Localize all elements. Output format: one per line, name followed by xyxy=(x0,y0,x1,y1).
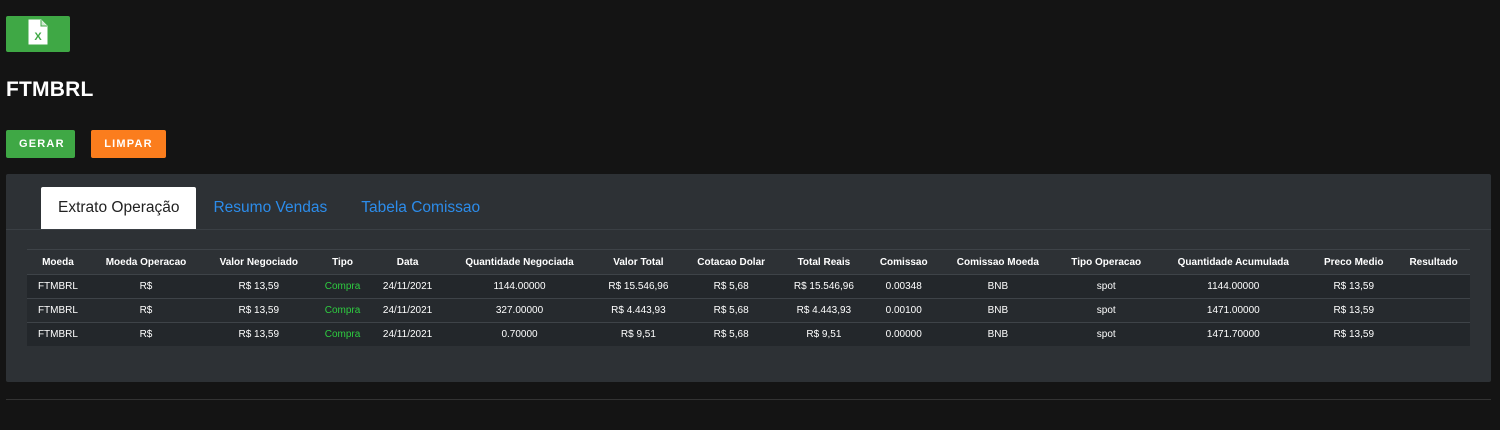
cell-tipo-operacao: spot xyxy=(1056,322,1157,346)
cell-resultado xyxy=(1397,322,1470,346)
cell-quantidade-negociada: 1144.00000 xyxy=(444,274,595,299)
cell-valor-total: R$ 4.443,93 xyxy=(594,298,683,323)
cell-resultado xyxy=(1397,274,1470,299)
cell-total-reais: R$ 9,51 xyxy=(780,322,868,346)
cell-comissao: 0.00000 xyxy=(867,322,940,346)
cell-valor-total: R$ 9,51 xyxy=(594,322,683,346)
cell-cotacao-dolar: R$ 5,68 xyxy=(682,298,780,323)
table-row[interactable]: FTMBRL R$ R$ 13,59 Compra 24/11/2021 327… xyxy=(27,298,1470,323)
cell-tipo: Compra xyxy=(314,274,371,299)
page-divider xyxy=(6,399,1491,400)
column-header[interactable]: Comissao Moeda xyxy=(939,249,1057,275)
page-title: FTMBRL xyxy=(6,78,94,101)
cell-quantidade-acumulada: 1471.00000 xyxy=(1156,298,1311,323)
cell-data: 24/11/2021 xyxy=(370,322,445,346)
cell-moeda: FTMBRL xyxy=(27,298,89,323)
cell-comissao-moeda: BNB xyxy=(939,274,1057,299)
cell-moeda-operacao: R$ xyxy=(88,274,204,299)
table-row[interactable]: FTMBRL R$ R$ 13,59 Compra 24/11/2021 114… xyxy=(27,274,1470,299)
column-header[interactable]: Tipo Operacao xyxy=(1056,249,1157,275)
column-header[interactable]: Resultado xyxy=(1397,249,1470,275)
tab-extrato-operacao[interactable]: Extrato Operação xyxy=(41,187,197,229)
column-header[interactable]: Moeda xyxy=(27,249,89,275)
cell-comissao: 0.00348 xyxy=(867,274,940,299)
cell-valor-negociado: R$ 13,59 xyxy=(203,298,315,323)
cell-total-reais: R$ 4.443,93 xyxy=(780,298,868,323)
cell-quantidade-negociada: 0.70000 xyxy=(444,322,595,346)
cell-preco-medio: R$ 13,59 xyxy=(1310,298,1398,323)
export-excel-button[interactable]: X xyxy=(6,16,70,52)
column-header[interactable]: Comissao xyxy=(867,249,940,275)
cell-resultado xyxy=(1397,298,1470,323)
cell-preco-medio: R$ 13,59 xyxy=(1310,274,1398,299)
cell-cotacao-dolar: R$ 5,68 xyxy=(682,274,780,299)
cell-moeda-operacao: R$ xyxy=(88,298,204,323)
column-header[interactable]: Total Reais xyxy=(780,249,868,275)
cell-moeda: FTMBRL xyxy=(27,274,89,299)
cell-valor-negociado: R$ 13,59 xyxy=(203,322,315,346)
column-header[interactable]: Cotacao Dolar xyxy=(682,249,780,275)
cell-total-reais: R$ 15.546,96 xyxy=(780,274,868,299)
cell-valor-total: R$ 15.546,96 xyxy=(594,274,683,299)
column-header[interactable]: Valor Negociado xyxy=(203,249,315,275)
tab-bar: Extrato Operação Resumo Vendas Tabela Co… xyxy=(41,187,497,229)
cell-quantidade-negociada: 327.00000 xyxy=(444,298,595,323)
cell-comissao-moeda: BNB xyxy=(939,298,1057,323)
table-row[interactable]: FTMBRL R$ R$ 13,59 Compra 24/11/2021 0.7… xyxy=(27,322,1470,346)
cell-preco-medio: R$ 13,59 xyxy=(1310,322,1398,346)
cell-quantidade-acumulada: 1471.70000 xyxy=(1156,322,1311,346)
operations-table: Moeda Moeda Operacao Valor Negociado Tip… xyxy=(27,249,1470,346)
cell-comissao: 0.00100 xyxy=(867,298,940,323)
cell-cotacao-dolar: R$ 5,68 xyxy=(682,322,780,346)
cell-valor-negociado: R$ 13,59 xyxy=(203,274,315,299)
cell-moeda-operacao: R$ xyxy=(88,322,204,346)
limpar-button[interactable]: LIMPAR xyxy=(91,130,166,158)
cell-comissao-moeda: BNB xyxy=(939,322,1057,346)
cell-data: 24/11/2021 xyxy=(370,274,445,299)
gerar-button[interactable]: GERAR xyxy=(6,130,75,158)
cell-moeda: FTMBRL xyxy=(27,322,89,346)
cell-tipo: Compra xyxy=(314,322,371,346)
column-header[interactable]: Valor Total xyxy=(594,249,683,275)
svg-text:X: X xyxy=(34,31,42,43)
tab-resumo-vendas[interactable]: Resumo Vendas xyxy=(196,187,344,229)
cell-tipo-operacao: spot xyxy=(1056,298,1157,323)
column-header[interactable]: Quantidade Negociada xyxy=(444,249,595,275)
tab-tabela-comissao[interactable]: Tabela Comissao xyxy=(344,187,497,229)
cell-quantidade-acumulada: 1144.00000 xyxy=(1156,274,1311,299)
tab-divider xyxy=(6,229,1491,230)
table-header-row: Moeda Moeda Operacao Valor Negociado Tip… xyxy=(27,249,1470,275)
results-panel: Extrato Operação Resumo Vendas Tabela Co… xyxy=(6,174,1491,382)
cell-data: 24/11/2021 xyxy=(370,298,445,323)
excel-file-icon: X xyxy=(28,19,48,50)
column-header[interactable]: Tipo xyxy=(314,249,371,275)
column-header[interactable]: Preco Medio xyxy=(1310,249,1398,275)
column-header[interactable]: Data xyxy=(370,249,445,275)
cell-tipo: Compra xyxy=(314,298,371,323)
column-header[interactable]: Quantidade Acumulada xyxy=(1156,249,1311,275)
column-header[interactable]: Moeda Operacao xyxy=(88,249,204,275)
cell-tipo-operacao: spot xyxy=(1056,274,1157,299)
